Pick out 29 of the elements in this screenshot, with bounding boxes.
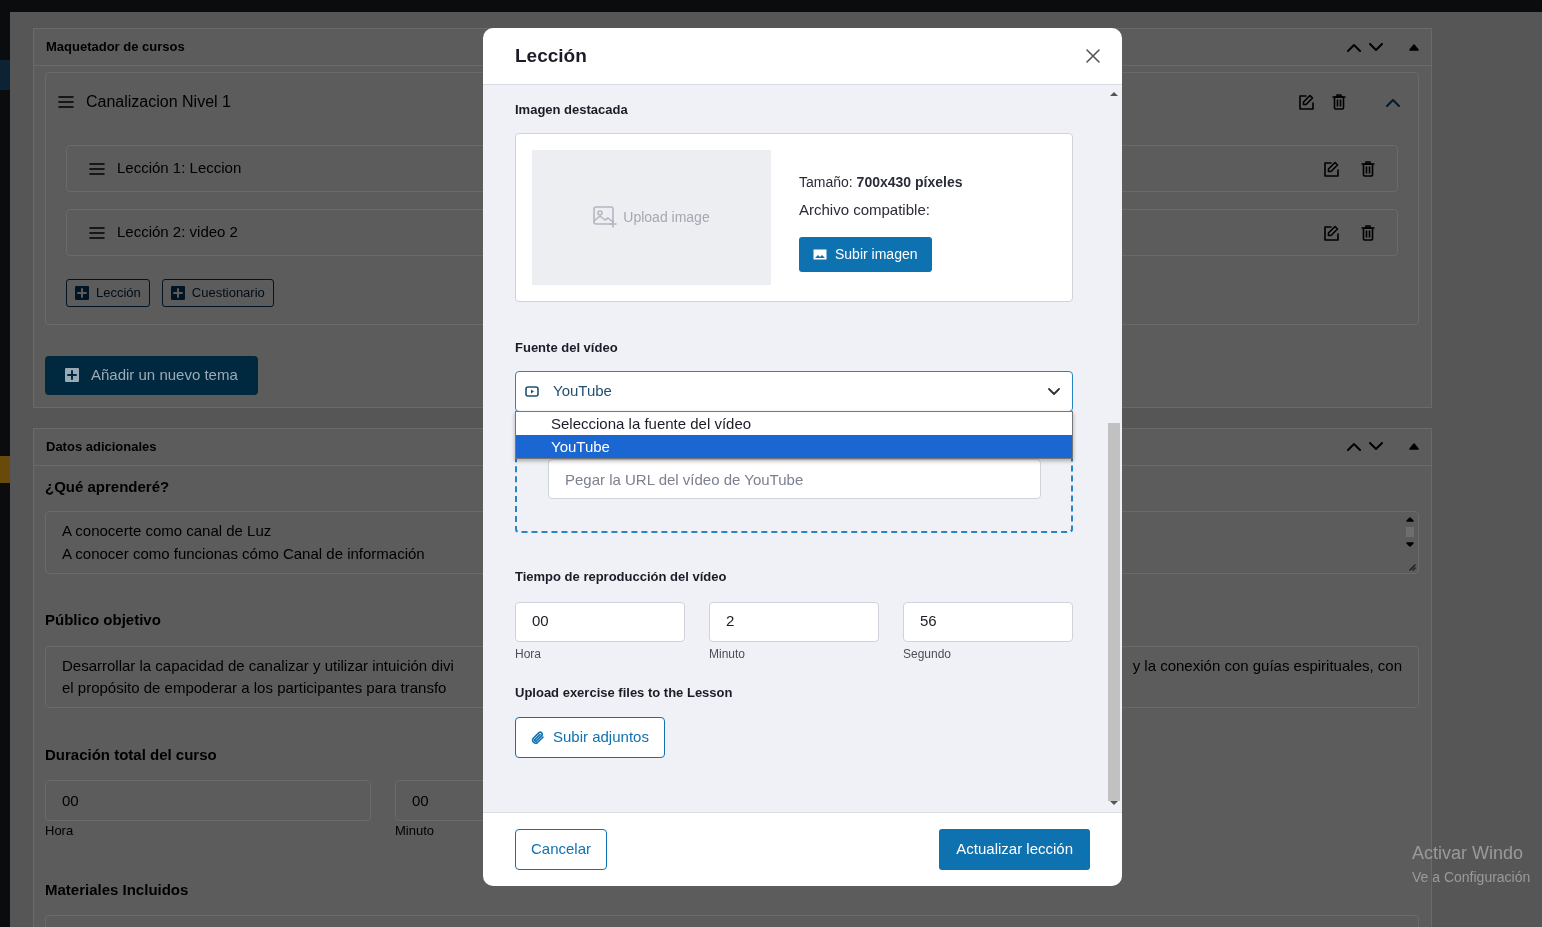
field-label: Imagen destacada — [515, 101, 628, 119]
field-label: Upload exercise files to the Lesson — [515, 683, 733, 702]
upload-image-text: Upload image — [623, 207, 710, 227]
field-label: Duración total del curso — [45, 744, 217, 765]
field-label: Público objetivo — [45, 610, 161, 630]
field-caption: Hora — [515, 645, 541, 663]
field-caption: Minuto — [709, 645, 746, 663]
text-line: A conocer como funcionas cómo Canal de información — [62, 543, 425, 564]
lesson-title: Lección 2: video 2 — [117, 222, 238, 243]
dialog-title: Lección — [515, 44, 587, 68]
text-line: Desarrollar la capacidad de canalizar y utilizar intuición divi — [62, 655, 454, 676]
file-format-text: Archivo compatible: — [799, 199, 930, 220]
os-notice-text: Ve a Configuración — [1412, 868, 1531, 887]
text-line: y la conexión con guías espirituales, con — [1132, 655, 1402, 676]
field-label: Materiales Incluidos — [45, 879, 189, 900]
text-line: A conocerte como canal de Luz — [62, 521, 272, 541]
field-label: Fuente del vídeo — [515, 338, 618, 357]
lesson-title: Lección 1: Leccion — [117, 158, 242, 179]
panel-title: Datos adicionales — [46, 437, 157, 456]
field-label: Tiempo de reproducción del vídeo — [515, 568, 727, 586]
field-caption: Segundo — [903, 645, 952, 663]
image-size-text: Tamaño: 700x430 píxeles — [799, 172, 963, 192]
text-line: el propósito de empoderar a los participantes para transfo — [62, 678, 447, 698]
field-caption: Minuto — [395, 822, 435, 840]
field-caption: Hora — [45, 822, 74, 840]
topic-title: Canalizacion Nivel 1 — [86, 92, 231, 112]
field-label: ¿Qué aprenderé? — [45, 476, 170, 497]
os-notice-title: Activar Windo — [1412, 842, 1525, 865]
panel-title: Maquetador de cursos — [46, 38, 185, 57]
